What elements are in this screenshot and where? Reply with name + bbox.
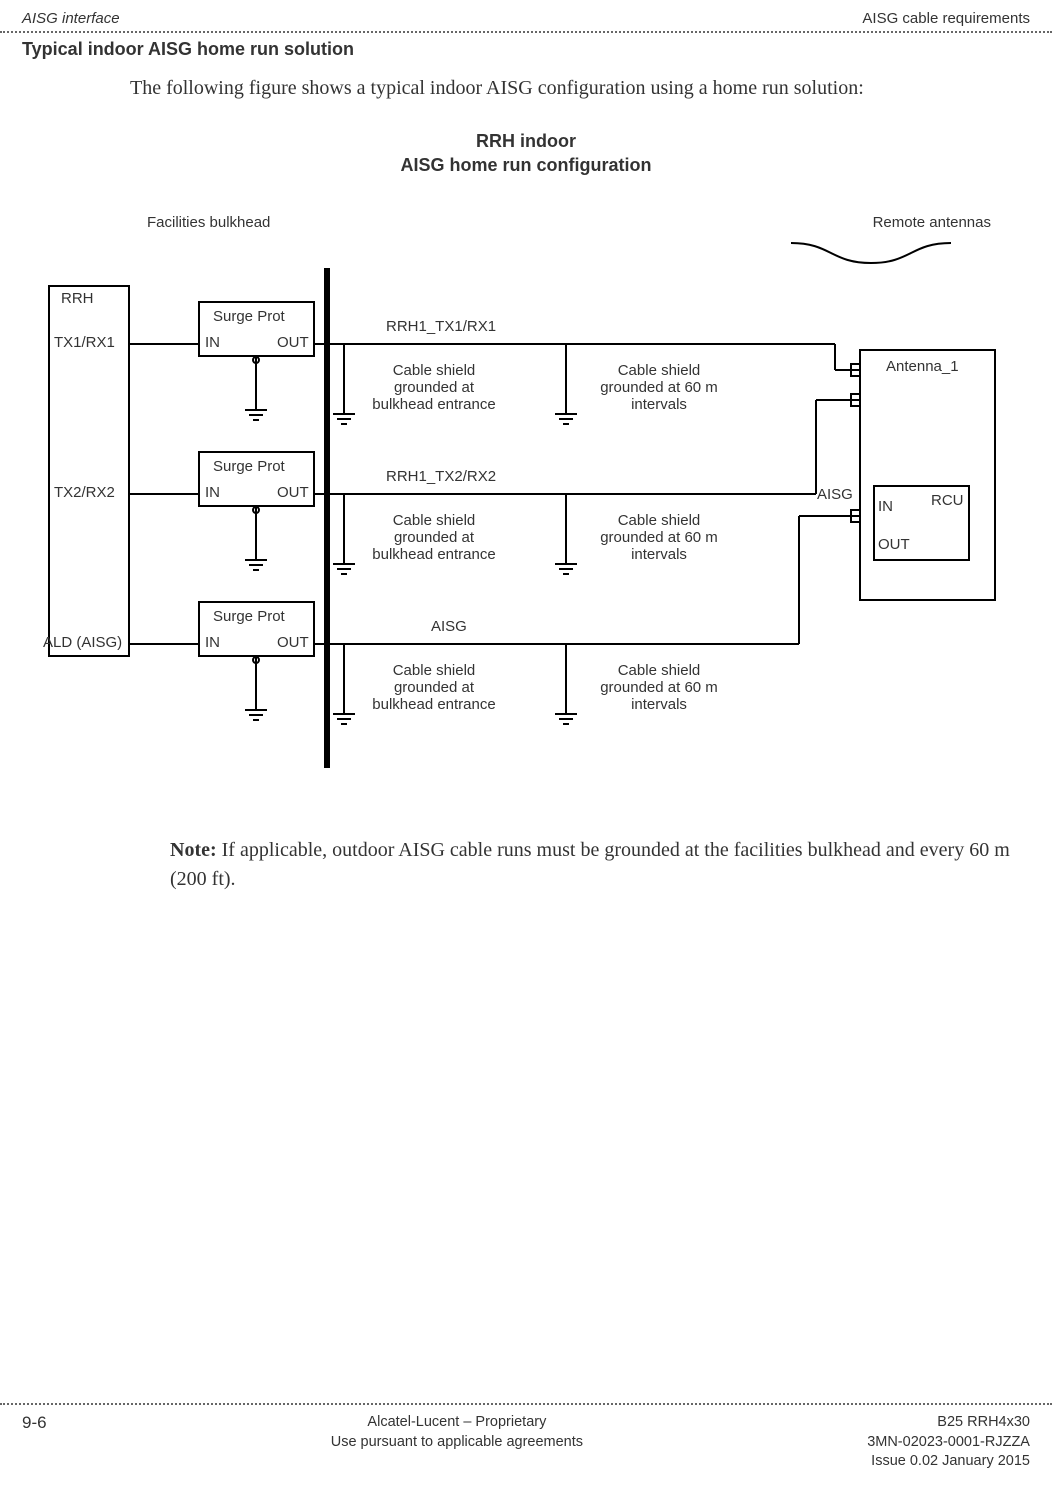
label-tx1rx1: TX1/RX1 [54, 334, 115, 351]
figure-title-line1: RRH indoor [476, 131, 576, 151]
label-in-1: IN [205, 334, 220, 351]
footer-center: Alcatel-Lucent – Proprietary Use pursuan… [331, 1413, 583, 1472]
label-facilities-bulkhead: Facilities bulkhead [147, 214, 270, 231]
note-bold: Note: [170, 839, 217, 861]
label-aisg-side: AISG [817, 486, 853, 503]
page-footer: 9-6 Alcatel-Lucent – Proprietary Use pur… [0, 1403, 1052, 1472]
label-surge-prot-2: Surge Prot [213, 458, 285, 475]
intro-text: The following figure shows a typical ind… [0, 68, 1052, 103]
footer-right: B25 RRH4x30 3MN-02023-0001-RJZZA Issue 0… [867, 1413, 1030, 1472]
label-rrh: RRH [61, 290, 94, 307]
label-rcu-out: OUT [878, 536, 910, 553]
label-out-3: OUT [277, 634, 309, 651]
label-surge-prot-3: Surge Prot [213, 608, 285, 625]
label-out-2: OUT [277, 484, 309, 501]
label-rrh1-tx2rx2: RRH1_TX2/RX2 [386, 468, 496, 485]
label-shield-bulkhead-3: Cable shield grounded at bulkhead entran… [349, 662, 519, 713]
label-out-1: OUT [277, 334, 309, 351]
label-shield-60m-3: Cable shield grounded at 60 m intervals [574, 662, 744, 713]
figure-title-line2: AISG home run configuration [401, 155, 652, 175]
top-rule [0, 31, 1052, 33]
label-rcu-in: IN [878, 498, 893, 515]
label-shield-bulkhead-1: Cable shield grounded at bulkhead entran… [349, 362, 519, 413]
label-shield-bulkhead-2: Cable shield grounded at bulkhead entran… [349, 512, 519, 563]
label-shield-60m-1: Cable shield grounded at 60 m intervals [574, 362, 744, 413]
header-right: AISG cable requirements [862, 10, 1030, 27]
label-surge-prot-1: Surge Prot [213, 308, 285, 325]
label-remote-antennas: Remote antennas [873, 214, 991, 231]
label-in-2: IN [205, 484, 220, 501]
diagram-svg [31, 208, 1021, 808]
label-tx2rx2: TX2/RX2 [54, 484, 115, 501]
label-in-3: IN [205, 634, 220, 651]
label-ald-aisg: ALD (AISG) [43, 634, 122, 651]
label-rcu: RCU [931, 492, 964, 509]
note-text: Note: If applicable, outdoor AISG cable … [0, 808, 1052, 894]
figure-title: RRH indoor AISG home run configuration [0, 129, 1052, 178]
header-left: AISG interface [22, 10, 120, 27]
label-aisg-line: AISG [431, 618, 467, 635]
note-body: If applicable, outdoor AISG cable runs m… [170, 839, 1010, 890]
section-title: Typical indoor AISG home run solution [0, 39, 1052, 68]
label-shield-60m-2: Cable shield grounded at 60 m intervals [574, 512, 744, 563]
footer-rule [0, 1403, 1052, 1405]
diagram: Facilities bulkhead Remote antennas RRH … [31, 208, 1021, 808]
page-number: 9-6 [22, 1413, 47, 1472]
label-antenna1: Antenna_1 [886, 358, 959, 375]
page-header: AISG interface AISG cable requirements [0, 0, 1052, 31]
label-rrh1-tx1rx1: RRH1_TX1/RX1 [386, 318, 496, 335]
